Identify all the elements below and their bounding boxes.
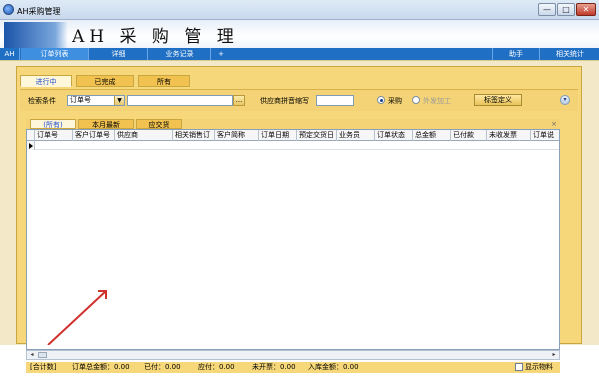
menu-add-tab[interactable]: + (212, 48, 230, 60)
scroll-right-icon[interactable]: ▸ (549, 351, 559, 359)
show-material-checkbox[interactable] (515, 363, 523, 371)
minimize-button[interactable]: — (538, 3, 556, 16)
menu-detail[interactable]: 详细 (90, 48, 148, 60)
col-customer-order-no[interactable]: 客户订单号 (73, 130, 115, 141)
tab-filter-all[interactable]: (所有) (30, 119, 76, 129)
condition-label: 检索条件 (28, 97, 56, 105)
col-order-date[interactable]: 订单日期 (259, 130, 297, 141)
tab-filter-due-delivery[interactable]: 应交货 (136, 119, 182, 129)
search-row: 检索条件 订单号 ▼ ... 供应商拼音缩写 采购 外发加工 标签定义 ▾ (20, 89, 578, 111)
search-input[interactable] (127, 95, 233, 106)
radio-purchase[interactable] (377, 96, 385, 104)
col-paid[interactable]: 已付款 (451, 130, 487, 141)
tab-filter-month-latest[interactable]: 本月最新 (78, 119, 134, 129)
browse-button[interactable]: ... (233, 95, 245, 106)
show-material-label: 显示物料 (525, 363, 553, 371)
app-banner: AH 采 购 管 理 (0, 20, 599, 48)
radio-outsource[interactable] (412, 96, 420, 104)
stock-in-amount: 入库金额：0.00 (308, 363, 359, 371)
totals-label: [合计数] (30, 363, 57, 371)
scrollbar-thumb[interactable] (38, 352, 47, 358)
annotation-arrow-icon (47, 290, 107, 345)
chevron-down-icon[interactable]: ▼ (114, 96, 124, 105)
menu-business-record[interactable]: 业务记录 (149, 48, 211, 60)
paid-amount: 已付：0.00 (144, 363, 181, 371)
window-titlebar: AH采购管理 — □ ✕ (0, 0, 599, 20)
maximize-button[interactable]: □ (557, 3, 575, 16)
close-icon[interactable]: × (551, 120, 557, 128)
menubar: AH 订单列表 详细 业务记录 + 助手 相关统计 (0, 48, 599, 60)
order-total-amount: 订单总金额：0.00 (72, 363, 130, 371)
col-salesperson[interactable]: 业务员 (337, 130, 375, 141)
row-pointer-icon (27, 141, 35, 150)
table-header: 订单号 客户订单号 供应商 相关销售订 客户简称 订单日期 预定交货日 业务员 … (27, 130, 559, 141)
tab-completed[interactable]: 已完成 (76, 75, 134, 87)
col-order-no[interactable]: 订单号 (35, 130, 73, 141)
radio-purchase-label: 采购 (388, 97, 402, 105)
col-customer-short[interactable]: 客户简称 (215, 130, 259, 141)
table-row[interactable] (27, 141, 559, 150)
close-button[interactable]: ✕ (576, 3, 596, 16)
menu-assistant[interactable]: 助手 (492, 48, 540, 60)
col-supplier[interactable]: 供应商 (115, 130, 173, 141)
scroll-left-icon[interactable]: ◂ (27, 351, 37, 359)
tab-all[interactable]: 所有 (138, 75, 190, 87)
col-total-amount[interactable]: 总金额 (413, 130, 451, 141)
menu-ah[interactable]: AH (0, 48, 20, 60)
condition-select[interactable]: 订单号 ▼ (67, 95, 125, 106)
window-title: AH采购管理 (17, 7, 61, 16)
tab-in-progress[interactable]: 进行中 (20, 75, 72, 87)
banner-logo (4, 22, 68, 48)
col-order-note[interactable]: 订单说 (531, 130, 559, 141)
supplier-abbrev-input[interactable] (316, 95, 354, 106)
supplier-label: 供应商拼音缩写 (260, 97, 309, 105)
banner-title: AH 采 购 管 理 (72, 27, 239, 47)
tag-define-button[interactable]: 标签定义 (474, 94, 522, 106)
totals-footer: [合计数] 订单总金额：0.00 已付：0.00 应付：0.00 未开票：0.0… (26, 362, 560, 373)
uninvoiced-amount: 未开票：0.00 (252, 363, 296, 371)
expand-icon[interactable]: ▾ (560, 95, 570, 105)
grid-filter-tabs: (所有) 本月最新 应交货 × (26, 119, 560, 129)
col-expected-delivery[interactable]: 预定交货日 (297, 130, 337, 141)
col-uninvoiced[interactable]: 未收发票 (487, 130, 531, 141)
radio-outsource-label: 外发加工 (423, 97, 451, 105)
horizontal-scrollbar[interactable]: ◂ ▸ (26, 350, 560, 360)
payable-amount: 应付：0.00 (198, 363, 235, 371)
col-related-sales-order[interactable]: 相关销售订 (173, 130, 215, 141)
menu-order-list[interactable]: 订单列表 (21, 48, 89, 60)
app-icon (3, 4, 14, 15)
menu-statistics[interactable]: 相关统计 (541, 48, 599, 60)
header-indicator (27, 130, 35, 141)
condition-select-value: 订单号 (70, 96, 91, 104)
col-order-status[interactable]: 订单状态 (375, 130, 413, 141)
